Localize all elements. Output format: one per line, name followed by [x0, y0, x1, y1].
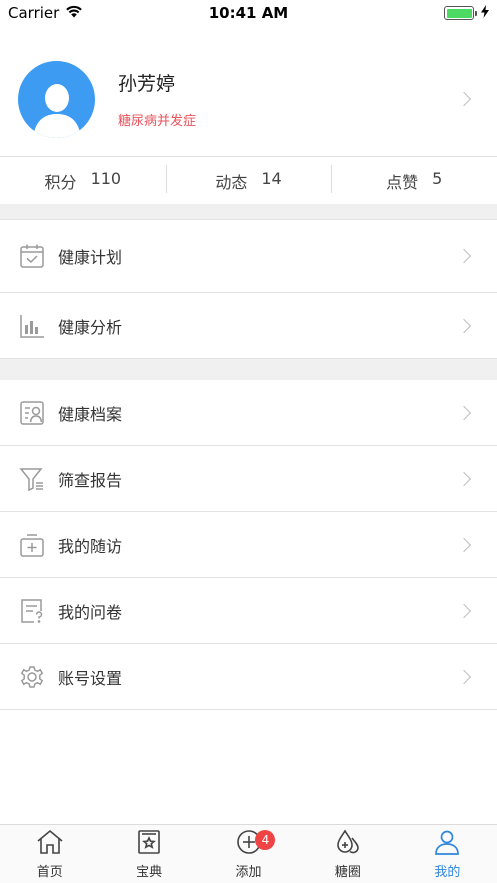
questionnaire-icon: [18, 597, 46, 625]
carrier-label: Carrier: [8, 4, 60, 22]
tab-add[interactable]: 添加 4: [199, 825, 298, 883]
chevron-right-icon: [456, 405, 472, 420]
menu-item-label: 健康计划: [58, 248, 123, 267]
menu-item-health-analysis[interactable]: 健康分析: [0, 293, 497, 359]
section-divider: [0, 359, 497, 380]
stat-likes[interactable]: 点赞 5: [331, 164, 497, 193]
menu-item-health-records[interactable]: 健康档案: [0, 380, 497, 446]
tab-bar: 首页 宝典 添加 4 糖圈 我的: [0, 824, 497, 883]
tab-label: 糖圈: [334, 864, 361, 880]
chevron-right-icon: [456, 471, 472, 486]
section-divider: [0, 204, 497, 219]
stat-points[interactable]: 积分 110: [0, 169, 166, 193]
status-right: [444, 4, 489, 22]
charging-icon: [481, 4, 489, 22]
tab-mine[interactable]: 我的: [398, 825, 497, 883]
chevron-right-icon: [456, 91, 472, 107]
menu-item-label: 我的问卷: [58, 602, 123, 622]
stats-bar: 积分 110 动态 14 点赞 5: [0, 156, 497, 204]
stat-label: 点赞: [386, 172, 419, 192]
menu-item-label: 我的随访: [58, 536, 123, 556]
drops-icon: [335, 829, 361, 859]
book-star-icon: [136, 829, 162, 859]
chevron-right-icon: [456, 537, 472, 552]
stat-value: 5: [432, 168, 443, 188]
notification-badge: 4: [255, 830, 276, 850]
gear-icon: [18, 663, 46, 691]
user-silhouette-icon: [32, 83, 81, 138]
profile-tag: 糖尿病并发症: [118, 114, 197, 129]
bar-chart-icon: [18, 312, 46, 340]
user-icon: [434, 829, 460, 859]
stat-label: 动态: [215, 172, 248, 192]
stat-posts[interactable]: 动态 14: [165, 164, 332, 193]
stat-value: 110: [90, 168, 122, 188]
avatar[interactable]: [18, 60, 95, 138]
profile-card[interactable]: 孙芳婷 糖尿病并发症: [0, 42, 497, 156]
tab-label: 宝典: [136, 864, 163, 880]
menu-item-health-plan[interactable]: 健康计划: [0, 220, 497, 293]
battery-icon: [444, 6, 477, 20]
menu-item-label: 筛查报告: [58, 470, 123, 490]
calendar-check-icon: [18, 242, 46, 270]
tab-label: 我的: [434, 864, 461, 880]
filter-report-icon: [18, 465, 46, 493]
menu-item-label: 健康分析: [58, 317, 123, 337]
tab-label: 添加: [235, 864, 262, 880]
profile-record-icon: [18, 399, 46, 427]
wifi-icon: [65, 4, 83, 22]
profile-name: 孙芳婷: [118, 73, 176, 95]
menu-group-health: 健康计划 健康分析: [0, 219, 497, 359]
tab-home[interactable]: 首页: [0, 825, 99, 883]
menu-item-questionnaire[interactable]: 我的问卷: [0, 578, 497, 644]
profile-info: 孙芳婷 糖尿病并发症: [118, 69, 196, 129]
tab-circle[interactable]: 糖圈: [298, 825, 397, 883]
chevron-right-icon: [456, 669, 472, 684]
status-left: Carrier: [8, 4, 83, 22]
menu-group-records: 健康档案 筛查报告 我的随访 我的问卷 账号设置: [0, 380, 497, 710]
chevron-right-icon: [456, 318, 472, 333]
menu-item-screening-report[interactable]: 筛查报告: [0, 446, 497, 512]
tab-guide[interactable]: 宝典: [99, 825, 198, 883]
chevron-right-icon: [456, 248, 472, 264]
stat-value: 14: [261, 168, 282, 188]
stat-label: 积分: [44, 172, 77, 192]
status-bar: Carrier 10:41 AM: [0, 0, 497, 26]
menu-item-label: 账号设置: [58, 668, 123, 688]
tab-label: 首页: [36, 864, 63, 880]
menu-item-label: 健康档案: [58, 404, 123, 424]
menu-item-account-settings[interactable]: 账号设置: [0, 644, 497, 710]
chevron-right-icon: [456, 603, 472, 618]
medical-box-icon: [18, 531, 46, 559]
menu-item-follow-up[interactable]: 我的随访: [0, 512, 497, 578]
home-icon: [36, 829, 64, 859]
